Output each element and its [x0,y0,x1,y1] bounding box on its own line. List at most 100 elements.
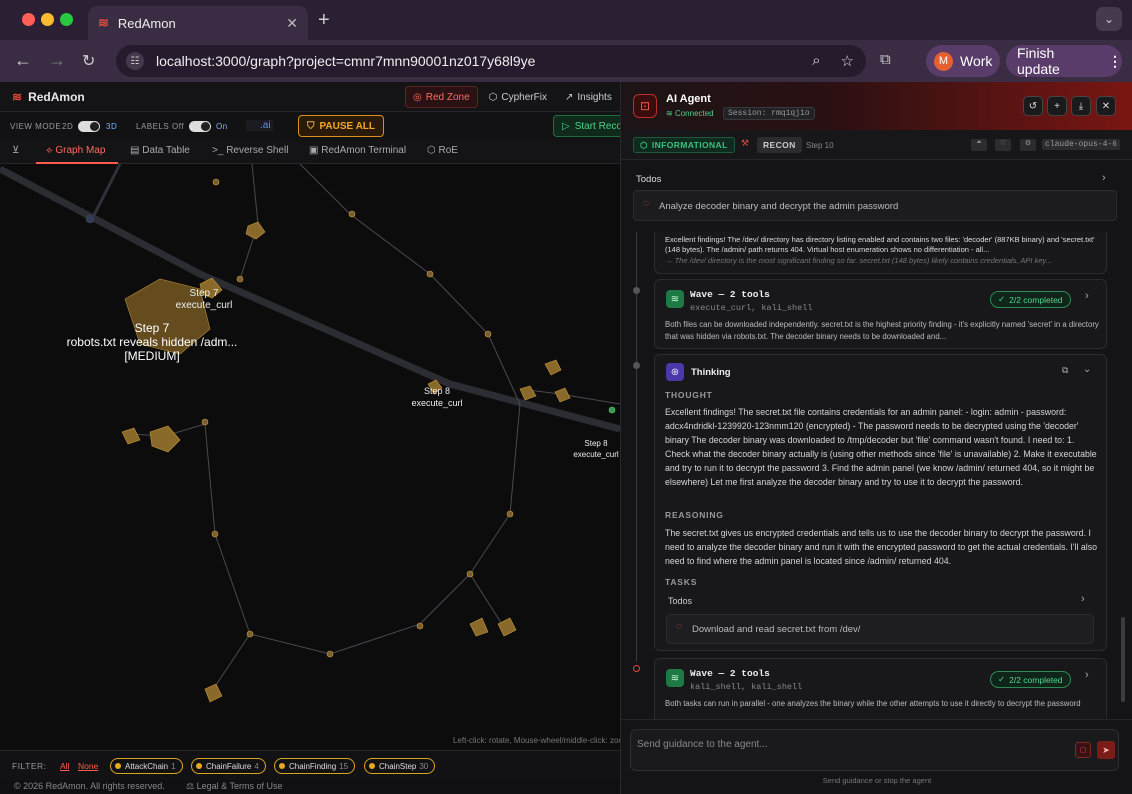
wave-card-2[interactable]: ≋ Wave — 2 tools kali_shell, kali_shell … [654,658,1107,720]
filter-chip-chainstep[interactable]: ChainStep 30 [364,758,436,774]
bookmark-star-icon[interactable]: ☆ [841,52,854,70]
filter-all-link[interactable]: All [60,761,69,771]
graph-svg[interactable]: Step 7 robots.txt reveals hidden /adm...… [0,163,621,750]
tab-search-button[interactable]: ⌄ [1096,7,1122,31]
graph-node-small[interactable] [484,330,492,338]
close-window-button[interactable] [22,13,35,26]
browser-tab[interactable]: ≋ RedAmon ✕ [88,6,308,40]
wave-title: Wave — 2 tools [690,668,770,679]
spinner-icon: ◌ [643,198,649,209]
tab-graph-map[interactable]: ⟡ Graph Map [46,145,105,156]
tab-reverse-shell[interactable]: >_ Reverse Shell [212,145,288,156]
more-icon[interactable]: ⋮ [1108,53,1122,70]
graph-node[interactable] [204,683,223,703]
message-text: Excellent findings! The /dev/ directory … [665,235,1095,254]
chevron-right-icon[interactable]: › [1085,290,1089,302]
chip-count: 4 [254,761,259,771]
site-info-icon[interactable]: ☷ [126,52,144,70]
trend-icon: ↗ [564,91,574,103]
stop-button[interactable]: ▢ [1075,742,1091,758]
graph-node-small[interactable] [212,178,220,186]
legal-link[interactable]: ⚖ Legal & Terms of Use [186,781,282,792]
brand[interactable]: ≋ RedAmon [12,90,85,104]
graph-node-small[interactable] [85,214,95,224]
filter-chip-chainfailure[interactable]: ChainFailure 4 [191,758,266,774]
graph-label-step7: Step 7 [190,288,219,299]
graph-node-small[interactable] [236,275,244,283]
url-text[interactable]: localhost:3000/graph?project=cmnr7mnn900… [156,53,535,69]
gear-icon[interactable]: ⚙ [1020,139,1036,151]
nav-cypherfix[interactable]: ⬡ CypherFix [482,86,554,108]
graph-node-small[interactable] [246,630,254,638]
reload-icon[interactable]: ↻ [82,51,95,71]
filter-none-link[interactable]: None [78,761,98,771]
profile-button[interactable]: M Work [926,45,1000,77]
labels-toggle[interactable] [189,121,211,132]
bulb-icon[interactable]: ♡ [995,139,1011,151]
tab-roe[interactable]: ⬡ RoE [427,145,458,156]
graph-node-small[interactable] [416,622,424,630]
nav-red-zone[interactable]: ◎ Red Zone [405,86,478,108]
graph-node-small[interactable] [211,530,219,538]
chevron-right-icon[interactable]: › [1081,593,1085,605]
tab-data-table-label: Data Table [142,145,190,156]
graph-node[interactable] [469,617,489,637]
close-icon[interactable]: ✕ [1096,96,1116,116]
chevron-right-icon[interactable]: › [1085,669,1089,681]
graph-node[interactable] [544,359,562,376]
graph-node-small[interactable] [201,418,209,426]
play-icon: ▷ [562,120,570,132]
reasoning-text: The secret.txt gives us encrypted creden… [665,528,1098,566]
new-chat-icon[interactable]: + [1047,96,1067,116]
graph-node-small[interactable] [348,210,356,218]
graph-node[interactable] [245,221,266,240]
chevron-right-icon[interactable]: › [1102,172,1106,184]
graph-canvas[interactable]: Step 7 robots.txt reveals hidden /adm...… [0,163,630,750]
history-icon[interactable]: ↺ [1023,96,1043,116]
copy-icon[interactable]: ⧉ [1062,365,1068,376]
minimize-window-button[interactable] [41,13,54,26]
start-recon-button[interactable]: ▷ Start Reco [553,115,625,137]
back-icon[interactable]: ← [14,50,32,71]
zoom-icon[interactable]: ⌕ [812,52,820,70]
graph-node[interactable] [497,617,517,637]
download-icon[interactable]: ⤓ [1071,96,1091,116]
collapse-icon[interactable]: ⏶ [971,139,987,151]
chevron-down-icon[interactable]: ⌄ [1083,364,1091,375]
close-tab-icon[interactable]: ✕ [286,15,298,32]
brain-icon: ⊕ [666,363,684,381]
filter-chip-chainfinding[interactable]: ChainFinding 15 [274,758,356,774]
filter-chip-attackchain[interactable]: AttackChain 1 [110,758,183,774]
thought-label: THOUGHT [665,390,713,400]
timeline-dot [633,362,640,369]
maximize-window-button[interactable] [60,13,73,26]
graph-node[interactable] [519,385,537,401]
graph-node-small[interactable] [608,406,616,414]
graph-node[interactable] [554,387,571,403]
tab-redamon-terminal[interactable]: ▣ RedAmon Terminal [309,145,406,156]
graph-node-small[interactable] [466,570,474,578]
send-button[interactable]: ➤ [1097,741,1115,759]
nav-insights[interactable]: ↗ Insights [558,86,619,108]
todo-text: Analyze decoder binary and decrypt the a… [659,201,899,212]
forward-icon[interactable]: → [48,50,66,71]
extensions-icon[interactable]: ⧉ [880,51,891,68]
filter-add-icon[interactable]: ⊻ [12,145,19,156]
graph-node[interactable] [149,425,181,453]
graph-node-small[interactable] [426,270,434,278]
graph-node-small[interactable] [326,650,334,658]
graph-node[interactable] [121,427,141,445]
tab-data-table[interactable]: ▤ Data Table [130,145,190,156]
new-tab-button[interactable]: + [318,9,330,32]
profile-label: Work [960,53,993,69]
wave-card-1[interactable]: ≋ Wave — 2 tools execute_curl, kali_shel… [654,279,1107,349]
scrollbar-thumb[interactable] [1121,617,1125,702]
pause-all-button[interactable]: ⛉ PAUSE ALL [298,115,384,137]
address-bar[interactable]: ☷ localhost:3000/graph?project=cmnr7mnn9… [116,45,866,77]
graph-node-small[interactable] [506,510,514,518]
target-icon: ◎ [413,91,422,103]
view-mode-toggle[interactable] [78,121,100,132]
guidance-input[interactable]: Send guidance to the agent... [630,729,1119,771]
graph-label-big-2: robots.txt reveals hidden /adm... [67,335,238,349]
finish-update-button[interactable]: Finish update ⋮ [1006,45,1122,77]
